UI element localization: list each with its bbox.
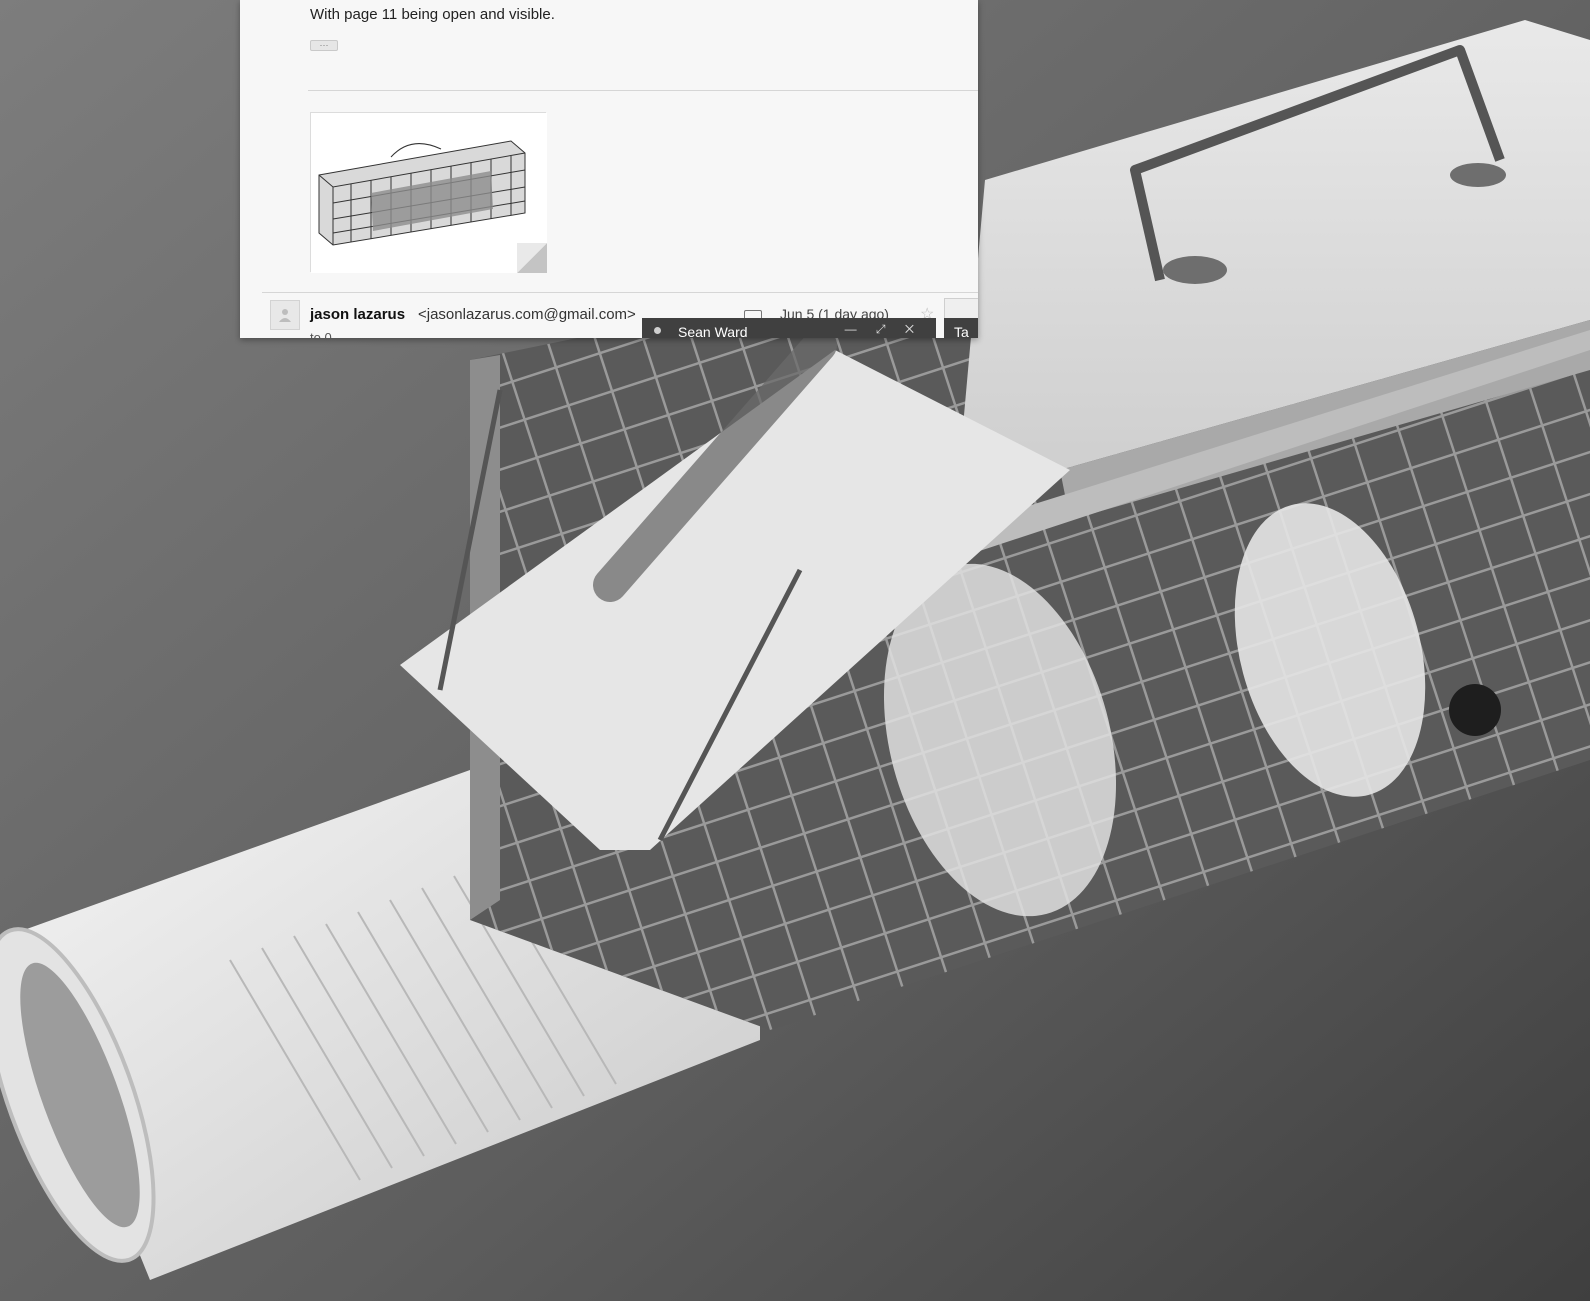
email-thread-panel: With page 11 being open and visible. ··· xyxy=(240,0,978,338)
message-divider xyxy=(308,90,978,91)
attachment-thumbnail[interactable] xyxy=(310,112,547,273)
message-divider-bottom xyxy=(262,292,978,293)
presence-dot-icon xyxy=(654,327,661,334)
recipients-line[interactable]: to 0 xyxy=(310,330,332,338)
cage-knob xyxy=(1449,684,1501,736)
person-icon xyxy=(279,309,291,322)
chat-window-bar-2[interactable]: Ta xyxy=(944,318,978,338)
show-trimmed-content-button[interactable]: ··· xyxy=(310,40,338,51)
cage-trap-thumbnail-image xyxy=(311,113,547,273)
sender-name: jason lazarus xyxy=(310,306,406,323)
chat-window-bar[interactable]: Sean Ward — ⤢ ✕ xyxy=(642,318,936,338)
avatar xyxy=(270,300,300,330)
chat-tab-label: Ta xyxy=(954,324,969,338)
chat-contact-name: Sean Ward xyxy=(678,324,748,338)
chat-window-controls[interactable]: — ⤢ ✕ xyxy=(845,322,922,337)
sender-email: <jasonlazarus.com@gmail.com> xyxy=(418,306,636,323)
email-body-text: With page 11 being open and visible. xyxy=(310,6,555,23)
